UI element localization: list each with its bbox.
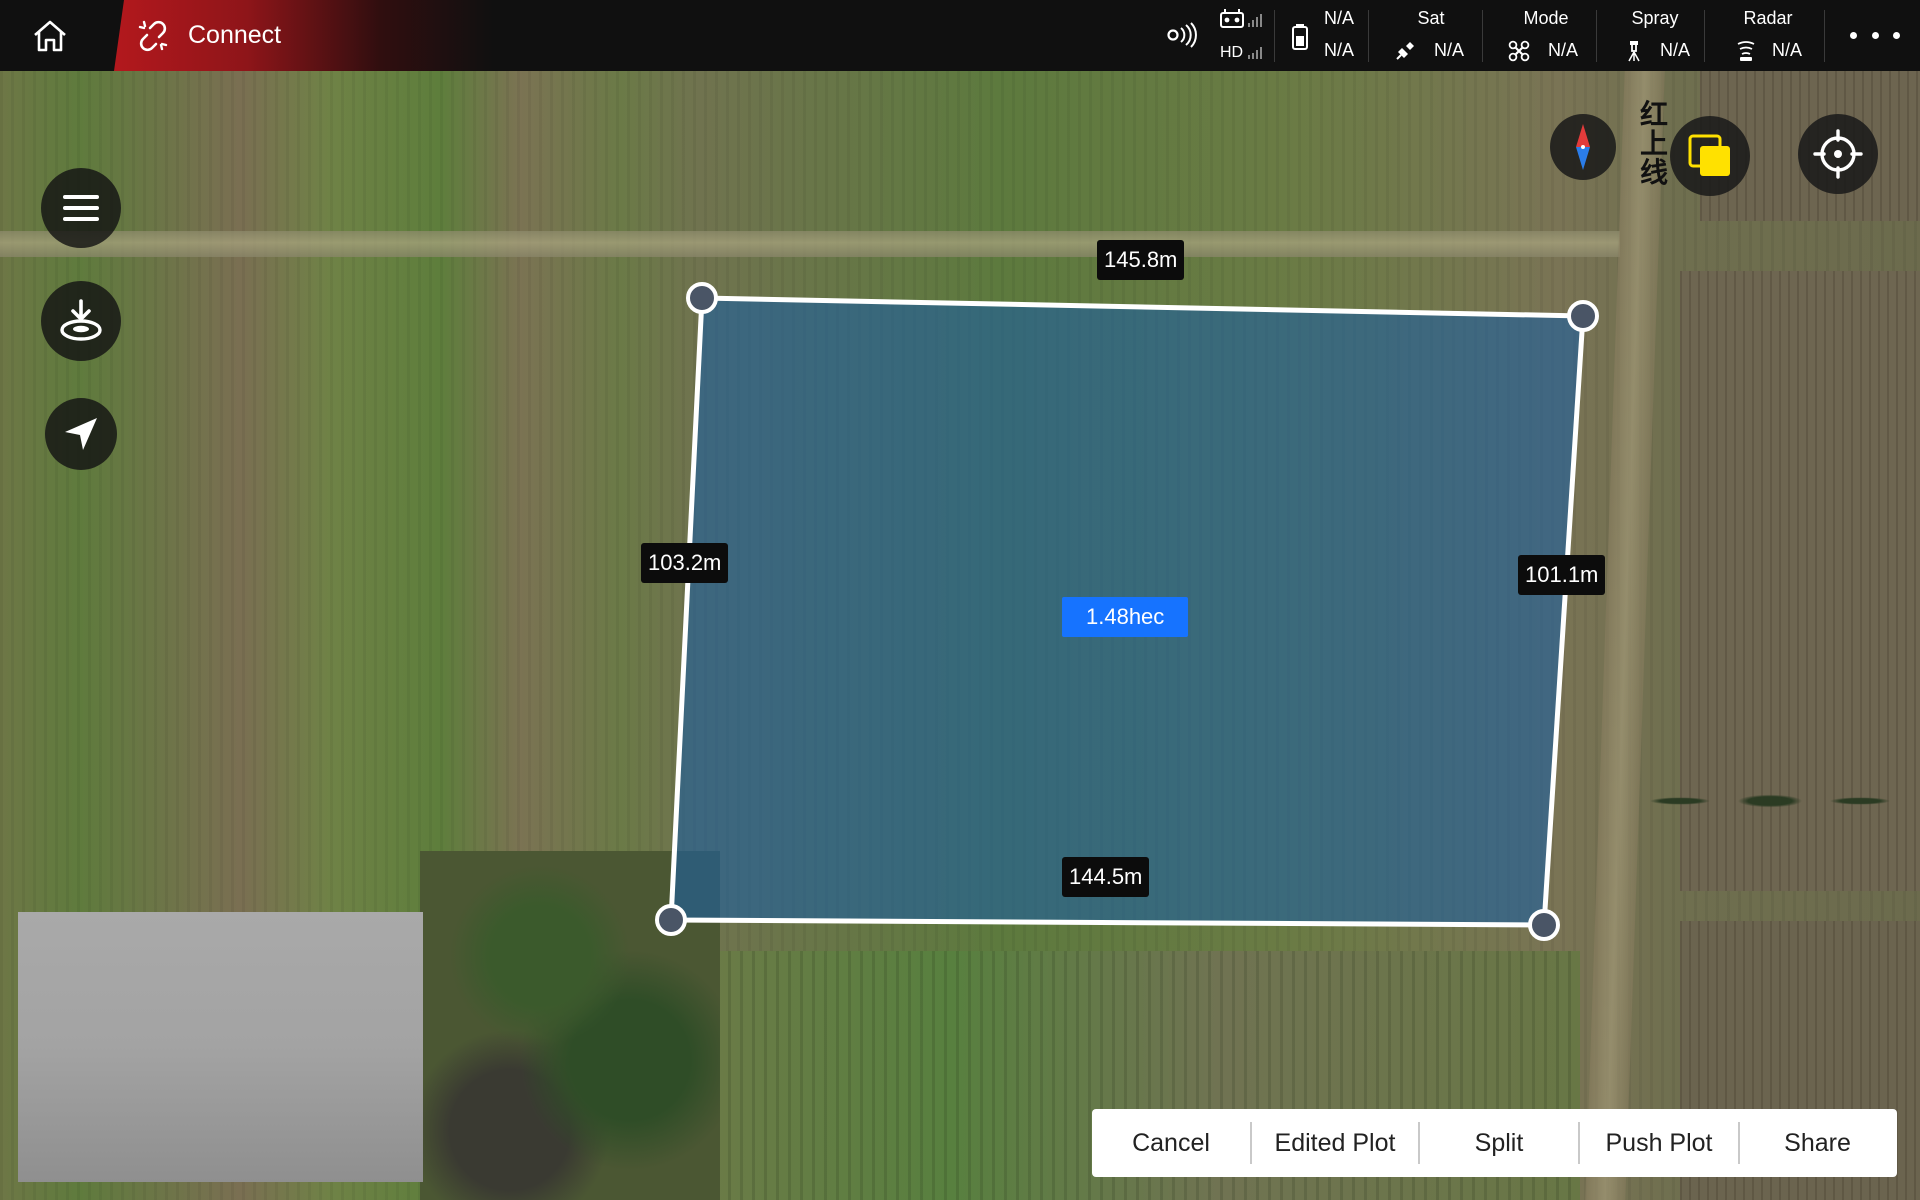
map-layers-icon [1688, 134, 1730, 176]
drone-landing-icon [60, 299, 102, 341]
connect-button[interactable]: Connect [114, 0, 494, 71]
sat-value: N/A [1434, 40, 1465, 60]
top-status-bar: Connect HD N/A N/A Sat N/A Mode N/A Spra… [0, 0, 1920, 71]
compass-button[interactable] [1550, 114, 1616, 180]
remote-signal [1160, 0, 1200, 71]
hamburger-icon [63, 195, 99, 221]
radar-value: N/A [1772, 40, 1803, 60]
status-separator [1824, 10, 1825, 62]
battery-value-bottom: N/A [1324, 40, 1355, 60]
more-dot-icon [1871, 31, 1879, 39]
map-trees [1620, 771, 1920, 831]
spray-status: Spray N/A [1608, 0, 1702, 71]
drone-icon [1508, 40, 1530, 62]
crosshair-icon [1813, 129, 1863, 179]
link-broken-icon [136, 19, 170, 53]
share-button[interactable]: Share [1740, 1109, 1895, 1177]
battery-status: N/A N/A [1286, 0, 1366, 71]
plot-area-label: 1.48hec [1062, 597, 1189, 637]
connect-label: Connect [188, 21, 282, 49]
edge-length-top: 145.8m [1097, 240, 1185, 280]
spray-value: N/A [1660, 40, 1691, 60]
locate-me-button[interactable] [1798, 114, 1878, 194]
edited-plot-button[interactable]: Edited Plot [1252, 1109, 1418, 1177]
status-separator [1368, 10, 1369, 62]
plot-vertex[interactable] [1528, 909, 1560, 941]
sat-title: Sat [1417, 8, 1445, 28]
status-separator [1596, 10, 1597, 62]
radar-icon [1737, 41, 1755, 61]
camera-preview[interactable] [18, 912, 423, 1182]
home-button[interactable] [24, 14, 76, 58]
spray-title: Spray [1631, 8, 1679, 28]
radio-signal-icon [1167, 22, 1197, 48]
status-separator [1274, 10, 1275, 62]
sat-status: Sat N/A [1380, 0, 1482, 71]
cancel-button[interactable]: Cancel [1092, 1109, 1250, 1177]
radar-status: Radar N/A [1718, 0, 1818, 71]
edge-length-right: 101.1m [1518, 555, 1606, 595]
radar-title: Radar [1743, 8, 1793, 28]
satellite-icon [1396, 42, 1414, 60]
map-road [0, 231, 1620, 257]
plot-vertex[interactable] [655, 904, 687, 936]
compass-needle-icon [1576, 124, 1590, 170]
spray-nozzle-icon [1628, 41, 1640, 62]
split-button[interactable]: Split [1420, 1109, 1578, 1177]
more-dot-icon [1850, 31, 1857, 39]
hd-label: HD [1220, 44, 1244, 61]
navigate-button[interactable] [45, 398, 117, 470]
hd-signal-bars-icon [1248, 47, 1262, 59]
controller-icon [1220, 9, 1262, 28]
status-separator [1482, 10, 1483, 62]
push-plot-button[interactable]: Push Plot [1580, 1109, 1738, 1177]
plot-action-bar: Cancel Edited Plot Split Push Plot Share [1092, 1109, 1897, 1177]
set-home-point-button[interactable] [41, 281, 121, 361]
more-menu-button[interactable] [1850, 20, 1900, 50]
edge-length-bottom: 144.5m [1062, 857, 1150, 897]
mode-value: N/A [1548, 40, 1579, 60]
navigation-arrow-icon [65, 418, 97, 450]
menu-button[interactable] [41, 168, 121, 248]
redline-label: 红上线 [1640, 99, 1669, 188]
map-layer-button[interactable] [1670, 116, 1750, 196]
home-icon [34, 20, 66, 52]
edge-length-left: 103.2m [641, 543, 729, 583]
mode-status: Mode N/A [1494, 0, 1598, 71]
status-separator [1704, 10, 1705, 62]
more-dot-icon [1893, 31, 1900, 39]
battery-value-top: N/A [1324, 8, 1355, 28]
battery-icon [1292, 24, 1308, 50]
link-quality: HD [1218, 0, 1268, 71]
mode-title: Mode [1523, 8, 1569, 28]
plot-vertex[interactable] [1567, 300, 1599, 332]
plot-vertex[interactable] [686, 282, 718, 314]
map-village [420, 851, 720, 1200]
